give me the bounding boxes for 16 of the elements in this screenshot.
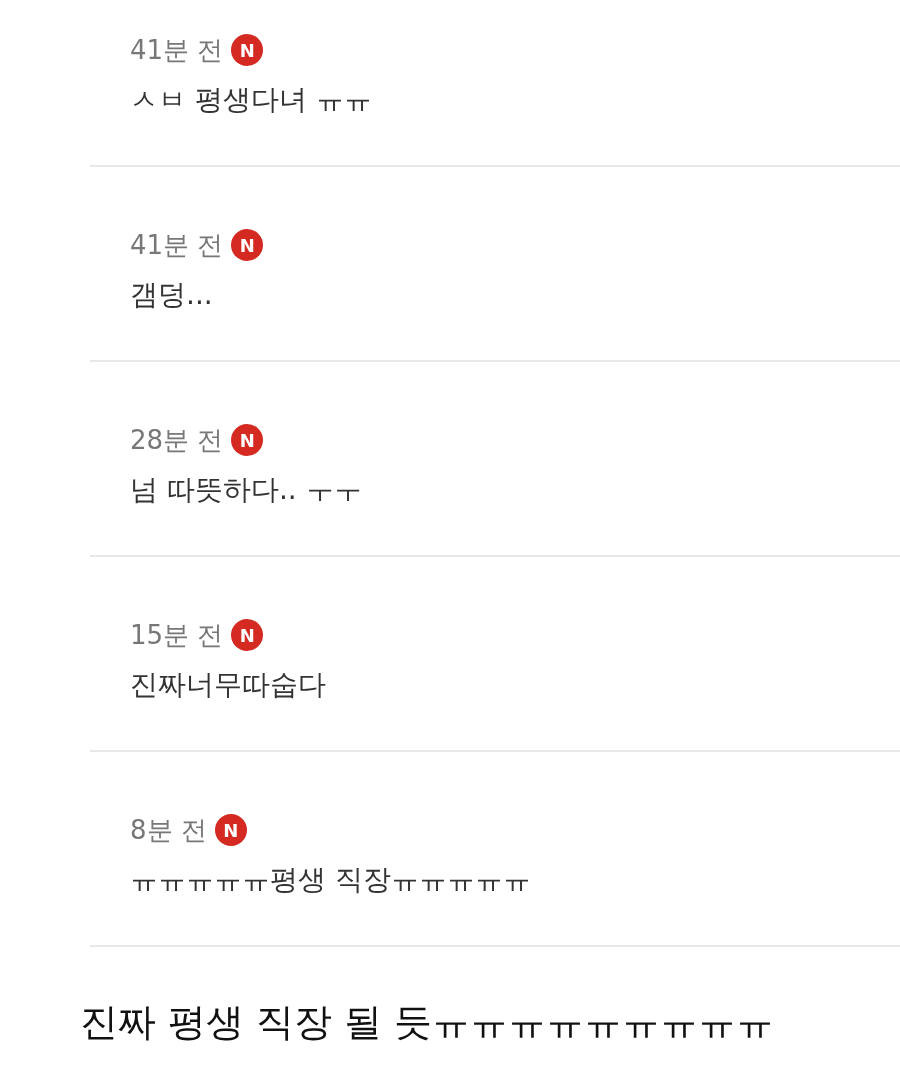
new-badge: N (214, 814, 247, 846)
comment-time: 8분 전 (130, 813, 207, 847)
new-badge: N (231, 229, 264, 261)
new-badge: N (231, 619, 264, 651)
comment-time: 28분 전 (130, 423, 224, 457)
comment-time: 41분 전 (130, 33, 224, 67)
new-badge: N (231, 34, 264, 66)
comment-text: 넘 따뜻하다.. ㅜㅜ (130, 472, 363, 508)
new-badge: N (231, 424, 264, 456)
comment-text: ㅅㅂ 평생다녀 ㅠㅠ (130, 82, 373, 118)
comment-time: 15분 전 (130, 618, 224, 652)
comment-text: 진짜너무따숩다 (130, 667, 327, 703)
caption: 진짜 평생 직장 될 듯ㅠㅠㅠㅠㅠㅠㅠㅠㅠ (80, 999, 776, 1046)
comment-text: ㅠㅠㅠㅠㅠ평생 직장ㅠㅠㅠㅠㅠ (130, 862, 532, 898)
comment-time: 41분 전 (130, 228, 224, 262)
comment-text: 갬덩... (130, 277, 214, 313)
